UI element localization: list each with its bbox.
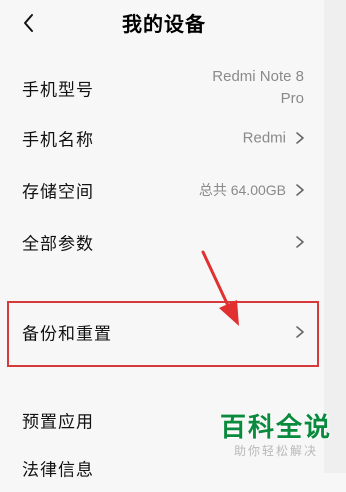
header-bar: 我的设备 <box>0 0 324 52</box>
watermark-subtitle: 助你轻松解决 <box>233 444 318 458</box>
watermark: 百科全说 助你轻松解决 <box>220 407 332 459</box>
chevron-right-icon <box>296 184 304 196</box>
watermark-title: 百科全说 <box>219 413 332 443</box>
row-all-specs[interactable]: 全部参数 <box>0 222 324 262</box>
row-value: Redmi <box>242 129 286 147</box>
highlight-box <box>7 301 319 367</box>
row-label: 预置应用 <box>22 412 94 433</box>
row-phone-name[interactable]: 手机名称 Redmi <box>0 118 324 158</box>
row-storage[interactable]: 存储空间 总共 64.00GB <box>0 170 324 210</box>
row-value-line2: Pro <box>280 90 304 107</box>
row-label: 手机名称 <box>22 130 94 151</box>
row-value: Redmi Note 8 Pro <box>174 66 304 110</box>
right-edge-strip <box>324 0 346 473</box>
page-title: 我的设备 <box>122 12 206 36</box>
pointer-arrow-icon <box>201 250 239 326</box>
row-label: 全部参数 <box>22 234 94 255</box>
chevron-left-icon[interactable] <box>14 8 44 38</box>
row-label: 存储空间 <box>22 182 94 203</box>
chevron-right-icon <box>296 132 304 144</box>
row-label: 手机型号 <box>22 80 94 101</box>
chevron-right-icon <box>296 236 304 248</box>
row-value-line1: Redmi Note 8 <box>212 68 304 85</box>
row-phone-model[interactable]: 手机型号 Redmi Note 8 Pro <box>0 67 324 109</box>
row-value: 总共 64.00GB <box>198 182 286 198</box>
row-label: 法律信息 <box>22 460 94 481</box>
